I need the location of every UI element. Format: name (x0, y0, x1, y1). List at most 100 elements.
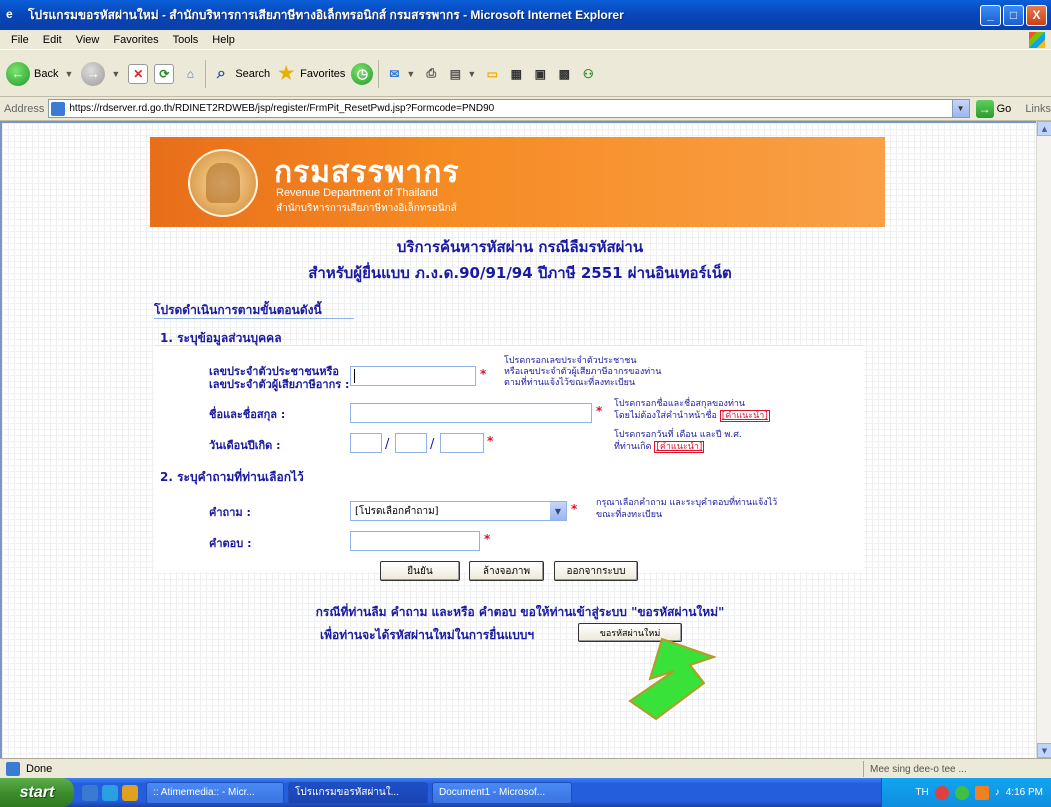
rd-seal-logo (188, 149, 258, 217)
id-help-line2: หรือเลขประจำตัวผู้เสียภาษีอากรของท่าน (504, 367, 662, 377)
name-help-text: โดยไม่ต้องใส่คำนำหน้าชื่อ (614, 411, 717, 421)
volume-icon[interactable]: ♪ (995, 787, 1000, 798)
dob-month-input[interactable] (395, 433, 427, 453)
messenger-icon[interactable]: ▦ (506, 64, 526, 84)
system-tray: TH ♪ 4:16 PM (881, 778, 1051, 807)
required-mark: * (480, 367, 487, 381)
search-icon: ⌕ (216, 64, 226, 82)
question-help-line1: กรุณาเลือกคำถาม และระบุคำตอบที่ท่านแจ้งไ… (596, 498, 778, 508)
windows-logo-icon (1029, 31, 1045, 48)
maximize-button[interactable]: □ (1003, 4, 1024, 26)
history-icon[interactable]: ◷ (351, 62, 374, 85)
banner-subtitle-en: Revenue Department of Thailand (276, 187, 438, 199)
media-quicklaunch-icon[interactable] (122, 784, 138, 801)
toolbar: ← Back ▼ → ▼ ✕ ⟳ ⌂ ⌕ Search ★ Favorites … (0, 51, 1051, 97)
stop-icon[interactable]: ✕ (128, 63, 149, 84)
menu-file[interactable]: File (4, 34, 36, 46)
outlook-quicklaunch-icon[interactable] (102, 784, 118, 801)
print-icon[interactable]: ⎙ (421, 64, 441, 84)
forward-button[interactable]: → ▼ (81, 61, 122, 86)
full-name-input[interactable] (350, 403, 592, 423)
id-help-line3: ตามที่ท่านแจ้งไว้ขณะที่ลงทะเบียน (504, 378, 636, 388)
refresh-icon[interactable]: ⟳ (154, 63, 175, 84)
date-separator: / (385, 437, 390, 452)
edit-dropdown-icon[interactable]: ▼ (467, 69, 476, 79)
tray-app-icon[interactable] (974, 785, 989, 800)
mail-icon[interactable]: ✉ (384, 64, 404, 84)
address-url: https://rdserver.rd.go.th/RDINET2RDWEB/j… (69, 103, 495, 114)
banner-subtitle-th: สำนักบริหารการเสียภาษีทางอิเล็กทรอนิกส์ (276, 203, 457, 214)
minimize-button[interactable]: _ (980, 4, 1001, 26)
logout-button[interactable]: ออกจากระบบ (554, 561, 638, 581)
go-arrow-icon: → (975, 99, 994, 118)
close-button[interactable]: X (1026, 4, 1047, 26)
name-help-line2: โดยไม่ต้องใส่คำนำหน้าชื่อ [คำแนะนำ] (614, 410, 770, 422)
back-dropdown-icon[interactable]: ▼ (64, 69, 73, 79)
go-button[interactable]: → Go (975, 99, 1011, 118)
messenger-tray-icon[interactable] (954, 785, 969, 800)
folder-icon[interactable]: ▭ (482, 64, 502, 84)
menu-favorites[interactable]: Favorites (106, 34, 165, 46)
menu-edit[interactable]: Edit (36, 34, 69, 46)
zone-text: Mee sing dee-o tee ... (870, 763, 967, 775)
scroll-up-icon[interactable]: ▲ (1037, 121, 1051, 136)
instruction-underline (154, 318, 354, 319)
name-label: ชื่อและชื่อสกุล : (209, 408, 286, 421)
menu-view[interactable]: View (69, 34, 107, 46)
search-button[interactable]: ⌕ Search (211, 64, 270, 84)
favorites-star-icon: ★ (278, 63, 295, 83)
people-icon[interactable]: ⚇ (578, 64, 598, 84)
page-title: บริการค้นหารหัสผ่าน กรณีลืมรหัสผ่าน (396, 238, 644, 256)
answer-input[interactable] (350, 531, 480, 551)
back-button[interactable]: ← Back ▼ (6, 61, 75, 86)
ie-logo-icon: e (6, 7, 13, 21)
dob-help-line2: ที่ท่านเกิด [คำแนะนำ] (614, 441, 705, 453)
menu-help[interactable]: Help (205, 34, 242, 46)
question-select[interactable]: [โปรดเลือกคำถาม] ▼ (350, 501, 567, 521)
language-indicator[interactable]: TH (915, 787, 928, 798)
dob-year-input[interactable] (440, 433, 484, 453)
ie-quicklaunch-icon[interactable] (82, 784, 98, 801)
forgot-question-note: กรณีที่ท่านลืม คำถาม และหรือ คำตอบ ขอให้… (315, 605, 725, 619)
security-zone: Mee sing dee-o tee ... (863, 761, 991, 777)
rd-banner: กรมสรรพากร Revenue Department of Thailan… (150, 137, 885, 227)
page-icon (51, 101, 66, 116)
scroll-down-icon[interactable]: ▼ (1037, 743, 1051, 758)
links-label[interactable]: Links (1025, 103, 1051, 115)
dob-day-input[interactable] (350, 433, 382, 453)
mail-dropdown-icon[interactable]: ▼ (406, 69, 415, 79)
task-document1[interactable]: Document1 - Microsof... (432, 781, 572, 804)
id-number-input[interactable] (350, 366, 476, 386)
required-mark: * (596, 404, 603, 418)
address-input[interactable]: https://rdserver.rd.go.th/RDINET2RDWEB/j… (48, 99, 970, 118)
edit-icon[interactable]: ▤ (445, 64, 465, 84)
quick-launch (82, 784, 138, 801)
confirm-button[interactable]: ยืนยัน (380, 561, 460, 581)
section2-title: 2. ระบุคำถามที่ท่านเลือกไว้ (160, 470, 304, 484)
clear-screen-button[interactable]: ล้างจอภาพ (469, 561, 544, 581)
chevron-down-icon[interactable]: ▼ (550, 502, 566, 520)
page-content: กรมสรรพากร Revenue Department of Thailan… (0, 121, 1036, 758)
dob-help-text: ที่ท่านเกิด (614, 442, 652, 452)
address-dropdown-icon[interactable]: ▼ (951, 100, 969, 117)
media-icon[interactable]: ▩ (554, 64, 574, 84)
dob-help-link[interactable]: [คำแนะนำ] (654, 441, 705, 453)
home-icon[interactable]: ⌂ (180, 64, 200, 84)
task-new-password[interactable]: โปรแกรมขอรหัสผ่านใ... (288, 781, 428, 804)
tray-app-icon[interactable] (934, 785, 949, 800)
name-help-line1: โปรดกรอกชื่อและชื่อสกุลของท่าน (614, 399, 746, 409)
research-icon[interactable]: ▣ (530, 64, 550, 84)
page-done-icon (6, 761, 20, 776)
favorites-button[interactable]: ★ Favorites (276, 63, 346, 84)
vertical-scrollbar[interactable]: ▲ ▼ (1036, 121, 1051, 758)
favorites-label: Favorites (300, 67, 346, 80)
name-help-link[interactable]: [คำแนะนำ] (719, 410, 770, 422)
id-label-line1: เลขประจำตัวประชาชนหรือ (209, 365, 339, 378)
menu-tools[interactable]: Tools (166, 34, 206, 46)
forward-dropdown-icon[interactable]: ▼ (111, 69, 120, 79)
date-separator: / (430, 437, 435, 452)
task-atimemedia[interactable]: :: Atimemedia:: - Micr... (146, 781, 284, 804)
start-button[interactable]: start (0, 778, 74, 807)
required-mark: * (571, 502, 578, 516)
text-cursor (354, 369, 355, 383)
